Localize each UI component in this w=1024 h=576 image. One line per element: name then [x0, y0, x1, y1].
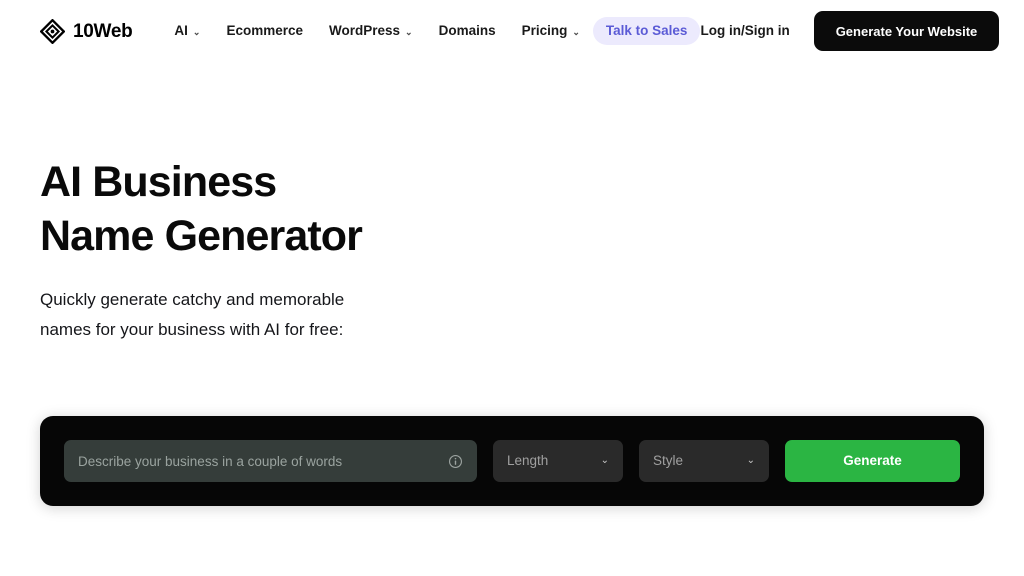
page-title-line-1: AI Business [40, 158, 277, 206]
header-actions: Log in/Sign in Generate Your Website [700, 11, 1000, 51]
chevron-down-icon: ⌄ [600, 455, 609, 466]
diamond-logo-icon [40, 18, 65, 44]
nav-item-wordpress[interactable]: WordPress ⌄ [316, 17, 426, 45]
chevron-down-icon: ⌄ [572, 26, 580, 37]
generator-panel: Length ⌄ Style ⌄ Generate [40, 416, 984, 506]
page-subtitle-line-2: names for your business with AI for free… [40, 319, 344, 339]
login-signin-link[interactable]: Log in/Sign in [700, 24, 789, 38]
site-header: 10Web AI ⌄ Ecommerce WordPress ⌄ Domains… [0, 0, 1024, 62]
main-nav: AI ⌄ Ecommerce WordPress ⌄ Domains Prici… [161, 17, 701, 45]
nav-item-ecommerce[interactable]: Ecommerce [213, 17, 316, 45]
chevron-down-icon: ⌄ [192, 26, 201, 37]
business-description-input[interactable] [78, 453, 438, 469]
style-select-label: Style [653, 453, 684, 469]
length-select[interactable]: Length ⌄ [493, 440, 623, 482]
brand-name: 10Web [73, 20, 133, 42]
page-subtitle: Quickly generate catchy and memorable na… [40, 285, 660, 343]
nav-item-label: WordPress [329, 23, 401, 39]
page-subtitle-line-1: Quickly generate catchy and memorable [40, 290, 345, 310]
hero-section: AI Business Name Generator Quickly gener… [40, 155, 660, 344]
nav-item-pricing[interactable]: Pricing ⌄ [509, 17, 593, 45]
business-description-field[interactable] [64, 440, 477, 482]
nav-item-label: AI [174, 23, 188, 39]
page-title: AI Business Name Generator [40, 155, 660, 263]
nav-item-label: Pricing [521, 23, 568, 39]
nav-item-label: Domains [438, 23, 496, 39]
style-select[interactable]: Style ⌄ [639, 440, 769, 482]
nav-item-label: Talk to Sales [605, 23, 688, 39]
chevron-down-icon: ⌄ [405, 26, 413, 37]
generate-your-website-button[interactable]: Generate Your Website [813, 11, 1000, 51]
nav-item-label: Ecommerce [226, 23, 303, 39]
generate-button[interactable]: Generate [785, 440, 960, 482]
info-circle-icon[interactable] [448, 454, 463, 469]
nav-item-domains[interactable]: Domains [426, 17, 509, 45]
brand-logo[interactable]: 10Web [40, 18, 133, 44]
nav-item-talk-to-sales[interactable]: Talk to Sales [592, 17, 701, 45]
chevron-down-icon: ⌄ [746, 455, 755, 466]
page-title-line-2: Name Generator [40, 212, 363, 261]
nav-item-ai[interactable]: AI ⌄ [161, 17, 213, 45]
length-select-label: Length [507, 453, 549, 469]
page-root: 10Web AI ⌄ Ecommerce WordPress ⌄ Domains… [0, 0, 1024, 576]
